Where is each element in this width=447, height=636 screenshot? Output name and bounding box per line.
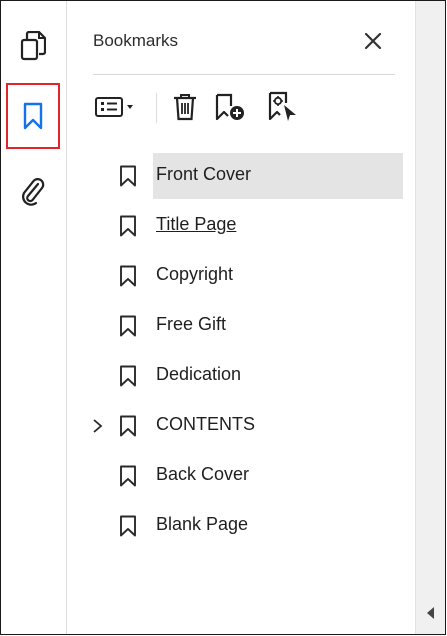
bookmarks-panel: Bookmarks Front Cover Title Page Copyrig…: [67, 1, 415, 634]
document-pane-edge: [415, 1, 445, 634]
bookmark-icon: [23, 102, 43, 130]
collapse-panel-arrow-icon[interactable]: [427, 607, 434, 619]
expand-bookmark-button[interactable]: [263, 87, 303, 127]
bookmark-icon: [120, 215, 136, 237]
bookmark-item[interactable]: Blank Page: [67, 503, 415, 549]
bookmark-icon: [120, 465, 136, 487]
bookmark-item[interactable]: Copyright: [67, 253, 415, 299]
bookmark-label: Title Page: [156, 214, 237, 234]
bookmark-label: Free Gift: [156, 314, 227, 334]
pages-icon: [20, 31, 46, 61]
bookmark-icon: [120, 415, 136, 437]
options-menu-icon: [95, 97, 133, 117]
bookmark-label: Back Cover: [156, 464, 250, 484]
close-icon: [364, 32, 382, 50]
bookmark-item[interactable]: Dedication: [67, 353, 415, 399]
attachments-button[interactable]: [6, 158, 60, 224]
bookmark-icon: [120, 265, 136, 287]
attachment-icon: [22, 178, 45, 206]
header-divider: [93, 74, 395, 75]
bookmark-toolbar: [93, 87, 403, 131]
page-thumbnails-button[interactable]: [6, 13, 60, 79]
delete-bookmark-button[interactable]: [167, 87, 203, 127]
options-menu-button[interactable]: [93, 87, 145, 127]
bookmark-label: Copyright: [156, 264, 234, 284]
bookmark-item[interactable]: Free Gift: [67, 303, 415, 349]
bookmark-label: Blank Page: [156, 514, 249, 534]
bookmark-item[interactable]: CONTENTS: [67, 403, 415, 449]
bookmark-go-icon: [268, 91, 296, 121]
bookmark-label: CONTENTS: [156, 414, 255, 434]
bookmark-item[interactable]: Front Cover: [67, 153, 415, 199]
bookmark-icon: [120, 515, 136, 537]
panel-title: Bookmarks: [93, 31, 179, 50]
bookmark-icon: [120, 365, 136, 387]
bookmarks-button[interactable]: [6, 83, 60, 149]
toolbar-separator: [156, 93, 157, 123]
bookmark-label: Front Cover: [156, 164, 252, 184]
bookmark-item[interactable]: Title Page: [67, 203, 415, 249]
bookmark-label: Dedication: [156, 364, 242, 384]
left-navigation-bar: [1, 1, 67, 634]
new-bookmark-button[interactable]: [211, 87, 251, 127]
new-bookmark-icon: [215, 93, 244, 121]
chevron-right-icon[interactable]: [91, 418, 105, 434]
close-panel-button[interactable]: [361, 29, 385, 53]
bookmark-icon: [120, 315, 136, 337]
bookmark-item[interactable]: Back Cover: [67, 453, 415, 499]
trash-icon: [174, 94, 196, 121]
bookmark-icon: [120, 165, 136, 187]
